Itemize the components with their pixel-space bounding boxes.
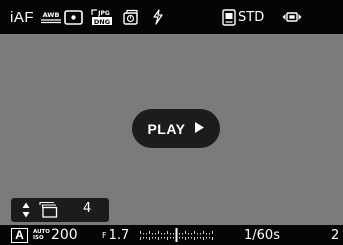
scale-tick-top (155, 233, 156, 235)
scale-tick-top (179, 233, 180, 235)
scale-tick-bottom (209, 237, 210, 239)
svg-text:DNG: DNG (94, 18, 110, 26)
scale-tick-bottom (194, 237, 195, 240)
exposure-scale-icon (138, 225, 214, 245)
scale-tick-top (185, 231, 186, 234)
flash-icon (152, 0, 164, 34)
scale-tick-bottom (149, 237, 150, 240)
scale-tick-bottom (161, 237, 162, 239)
scale-tick-bottom (140, 237, 141, 240)
scale-tick-bottom (143, 237, 144, 239)
self-timer-icon (122, 0, 140, 34)
scale-tick-top (188, 233, 189, 235)
scale-tick-bottom (188, 237, 189, 239)
play-button-label: PLAY (147, 120, 186, 137)
svg-text:JPG: JPG (97, 10, 110, 17)
scale-tick-bottom (152, 237, 153, 239)
scale-tick-top (152, 233, 153, 235)
scale-tick-bottom (203, 237, 204, 240)
aperture-prefix: F (102, 230, 107, 240)
scale-tick-bottom (170, 237, 171, 239)
scale-tick-top (206, 233, 207, 235)
scale-tick-top (170, 233, 171, 235)
scale-tick-bottom (212, 237, 213, 240)
scale-tick-bottom (200, 237, 201, 239)
scale-tick-top (149, 231, 150, 234)
scale-tick-top (197, 233, 198, 235)
scale-tick-top (140, 231, 141, 234)
scale-tick-bottom (164, 237, 165, 239)
spot-metering-icon (64, 0, 83, 34)
scale-tick-top (161, 233, 162, 235)
scale-tick-top (182, 233, 183, 235)
white-balance-icon: AWB (40, 0, 62, 34)
scale-tick-top (209, 233, 210, 235)
aperture-value: 1.7 (108, 227, 130, 243)
file-format-icon: JPG DNG (90, 0, 114, 34)
drive-count: 4 (83, 201, 92, 216)
up-down-arrows-icon (22, 202, 30, 222)
continuous-shooting-icon (38, 201, 58, 222)
focus-mode-label: iAF (10, 8, 34, 26)
scale-tick-bottom (146, 237, 147, 239)
exposure-mode-indicator: A (11, 225, 28, 245)
scale-tick-bottom (173, 237, 174, 239)
scale-tick-top (200, 233, 201, 235)
scale-center-marker (175, 228, 178, 242)
scale-tick-top (146, 233, 147, 235)
scale-tick-top (194, 231, 195, 234)
shutter-speed: 1/60s (244, 227, 280, 243)
film-mode-icon (222, 0, 236, 34)
scale-tick-top (164, 233, 165, 235)
scale-tick-bottom (191, 237, 192, 239)
battery-icon (282, 0, 302, 34)
remaining-frames: 2 (331, 227, 340, 243)
scale-tick-top (143, 233, 144, 235)
scale-tick-top (158, 231, 159, 234)
top-status-bar: iAF AWB JPG DNG STD (0, 0, 343, 34)
film-mode-label: STD (238, 9, 265, 25)
play-triangle-icon (194, 119, 205, 138)
iso-label: ISO (33, 235, 44, 241)
exposure-mode-label: A (11, 227, 28, 243)
scale-tick-bottom (197, 237, 198, 239)
scale-tick-bottom (158, 237, 159, 240)
bottom-status-bar: A AUTO ISO 200 F 1.7 1/60s 2 (0, 225, 343, 245)
drive-mode-panel[interactable]: 4 (11, 198, 109, 222)
scale-tick-bottom (155, 237, 156, 239)
iso-indicator: AUTO ISO 200 (33, 225, 78, 245)
scale-tick-bottom (167, 237, 168, 240)
scale-tick-top (167, 231, 168, 234)
scale-tick-top (212, 231, 213, 234)
scale-tick-bottom (185, 237, 186, 240)
iso-value: 200 (50, 227, 78, 243)
scale-tick-top (203, 231, 204, 234)
scale-tick-top (191, 233, 192, 235)
play-button[interactable]: PLAY (132, 109, 220, 148)
scale-tick-bottom (182, 237, 183, 239)
scale-tick-bottom (179, 237, 180, 239)
scale-tick-bottom (206, 237, 207, 239)
scale-tick-top (173, 233, 174, 235)
svg-text:AWB: AWB (43, 11, 60, 19)
aperture-indicator: F 1.7 (102, 225, 129, 245)
